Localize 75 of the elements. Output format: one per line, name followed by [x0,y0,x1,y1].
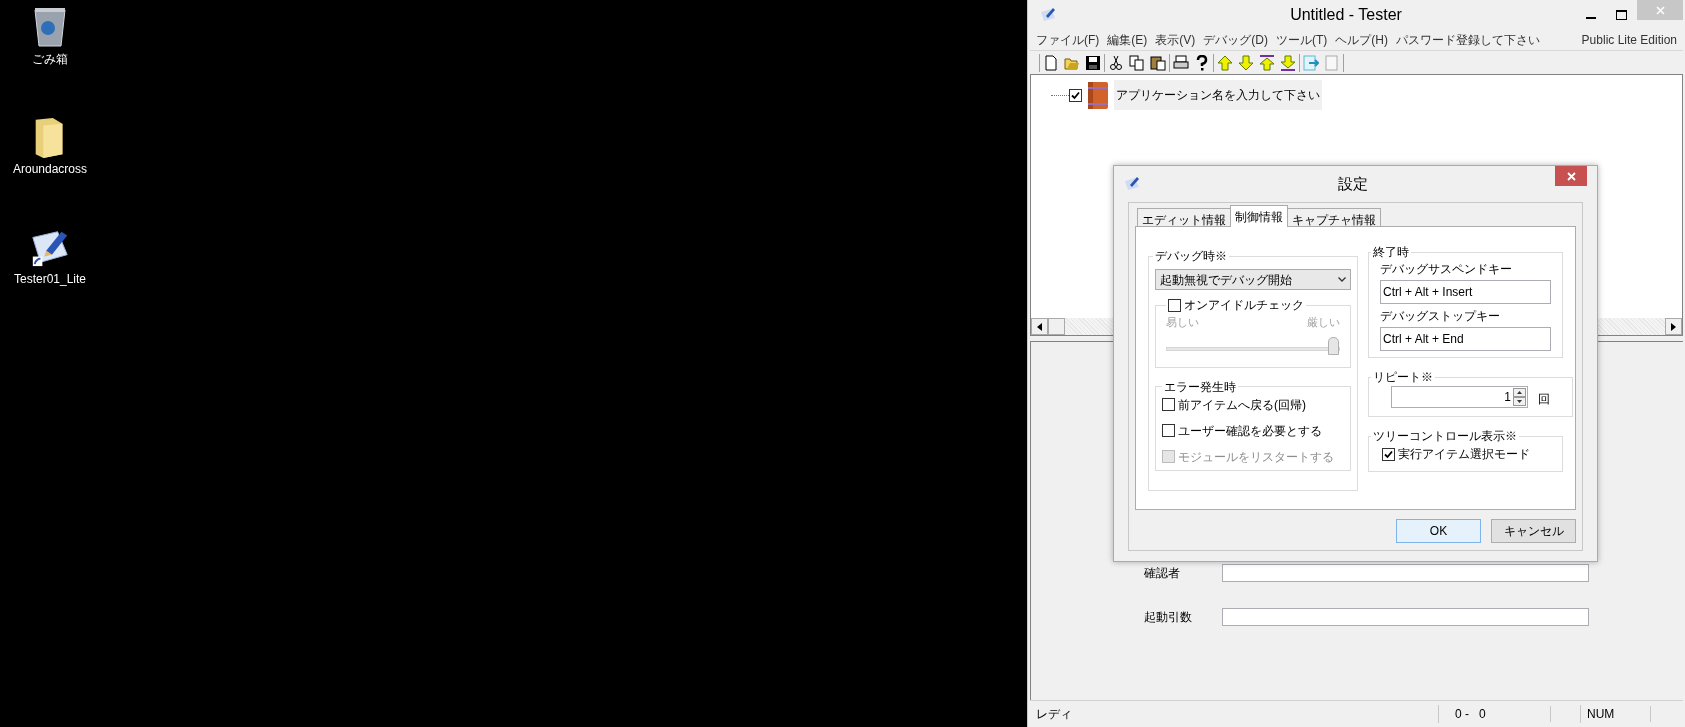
status-position: 0 - 0 [1438,705,1550,723]
group-title: 終了時 [1372,244,1410,261]
close-icon [1566,171,1576,181]
checkbox[interactable] [1069,88,1082,102]
tree-item-label[interactable]: アプリケーション名を入力して下さい [1114,80,1322,110]
paste-icon[interactable] [1150,54,1166,71]
close-icon [1655,5,1665,15]
menu-item[interactable]: ヘルプ(H) [1335,31,1388,49]
scroll-left-icon[interactable] [1037,322,1042,331]
spin-up-icon[interactable] [1513,388,1526,397]
scroll-right-icon[interactable] [1671,322,1676,331]
help-icon[interactable] [1194,54,1210,71]
menu-item[interactable]: ファイル(F) [1036,31,1100,49]
new-file-icon[interactable] [1043,54,1059,71]
checkbox[interactable] [1162,424,1175,437]
printer-icon[interactable] [1173,54,1189,71]
desktop-icon-label[interactable]: Aroundacross [12,162,87,176]
unit-label: 回 [1538,391,1550,408]
group-title: リピート※ [1372,369,1434,386]
maximize-icon[interactable] [1616,10,1627,20]
arrow-up-icon[interactable] [1217,54,1233,71]
hotkey-field[interactable]: Ctrl + Alt + End [1380,327,1551,351]
trash-bin-icon [32,6,68,48]
dialog-title: 設定 [1336,173,1369,194]
spin-down-icon[interactable] [1513,397,1526,406]
field-label: 確認者 [1144,565,1181,582]
dialog-button[interactable]: キャンセル [1491,519,1576,543]
checkbox-label[interactable]: オンアイドルチェック [1184,296,1304,314]
close-button[interactable] [1555,166,1587,186]
arrow-to-top-icon[interactable] [1259,54,1275,71]
text-field[interactable] [1222,564,1589,582]
field-label: デバッグサスペンドキー [1380,261,1513,277]
group-title: エラー発生時 [1163,378,1237,396]
checkbox[interactable] [1382,447,1395,461]
slider-min-label: 易しい [1166,315,1199,330]
repeat-spinner[interactable]: 1 [1391,386,1528,408]
menu-item[interactable]: パスワード登録して下さい [1396,31,1540,49]
slider-max-label: 厳しい [1307,315,1340,330]
menu-item[interactable]: 表示(V) [1155,31,1196,49]
num-lock-indicator: NUM [1580,705,1650,723]
field-label: 起動引数 [1144,609,1193,626]
desktop-icon-label[interactable]: ごみ箱 [32,52,68,66]
menu-item[interactable]: デバッグ(D) [1203,31,1268,49]
hotkey-field[interactable]: Ctrl + Alt + Insert [1380,280,1551,304]
checkbox-label[interactable]: 前アイテムへ戻る(回帰) [1178,395,1306,414]
status-text: レディ [1035,706,1073,723]
app-icon [1124,176,1140,192]
menu-item[interactable]: ツール(T) [1276,31,1328,49]
save-icon[interactable] [1085,54,1101,71]
text-field[interactable] [1222,608,1589,626]
arrow-to-bottom-icon[interactable] [1280,54,1296,71]
checkbox-label[interactable]: 実行アイテム選択モード [1398,445,1530,463]
window-title: Untitled - Tester [1289,5,1403,25]
group-title: ツリーコントロール表示※ [1372,428,1518,445]
check-icon [1384,449,1393,459]
copy-icon[interactable] [1129,54,1145,71]
desktop-icon-label[interactable]: Tester01_Lite [13,272,86,286]
field-label: デバッグストップキー [1380,308,1501,324]
arrow-down-icon[interactable] [1238,54,1254,71]
checkbox-label[interactable]: ユーザー確認を必要とする [1178,421,1322,440]
dialog-button[interactable]: OK [1396,519,1481,543]
chevron-down-icon [1338,277,1346,282]
tab[interactable]: 制御情報 [1230,205,1288,227]
group-title: デバッグ時※ [1154,248,1228,265]
book-icon [1085,80,1111,110]
checkbox[interactable] [1162,398,1175,411]
export-icon[interactable] [1303,54,1319,71]
app-icon [1040,7,1056,23]
scroll-thumb[interactable] [1048,318,1065,335]
scissors-icon[interactable] [1108,54,1124,71]
checkbox[interactable] [1168,298,1181,312]
edition-label: Public Lite Edition [1581,32,1677,49]
check-icon [1071,90,1080,100]
menu-item[interactable]: 編集(E) [1107,31,1148,49]
mode-dropdown[interactable]: 起動無視でデバッグ開始 [1155,269,1351,290]
